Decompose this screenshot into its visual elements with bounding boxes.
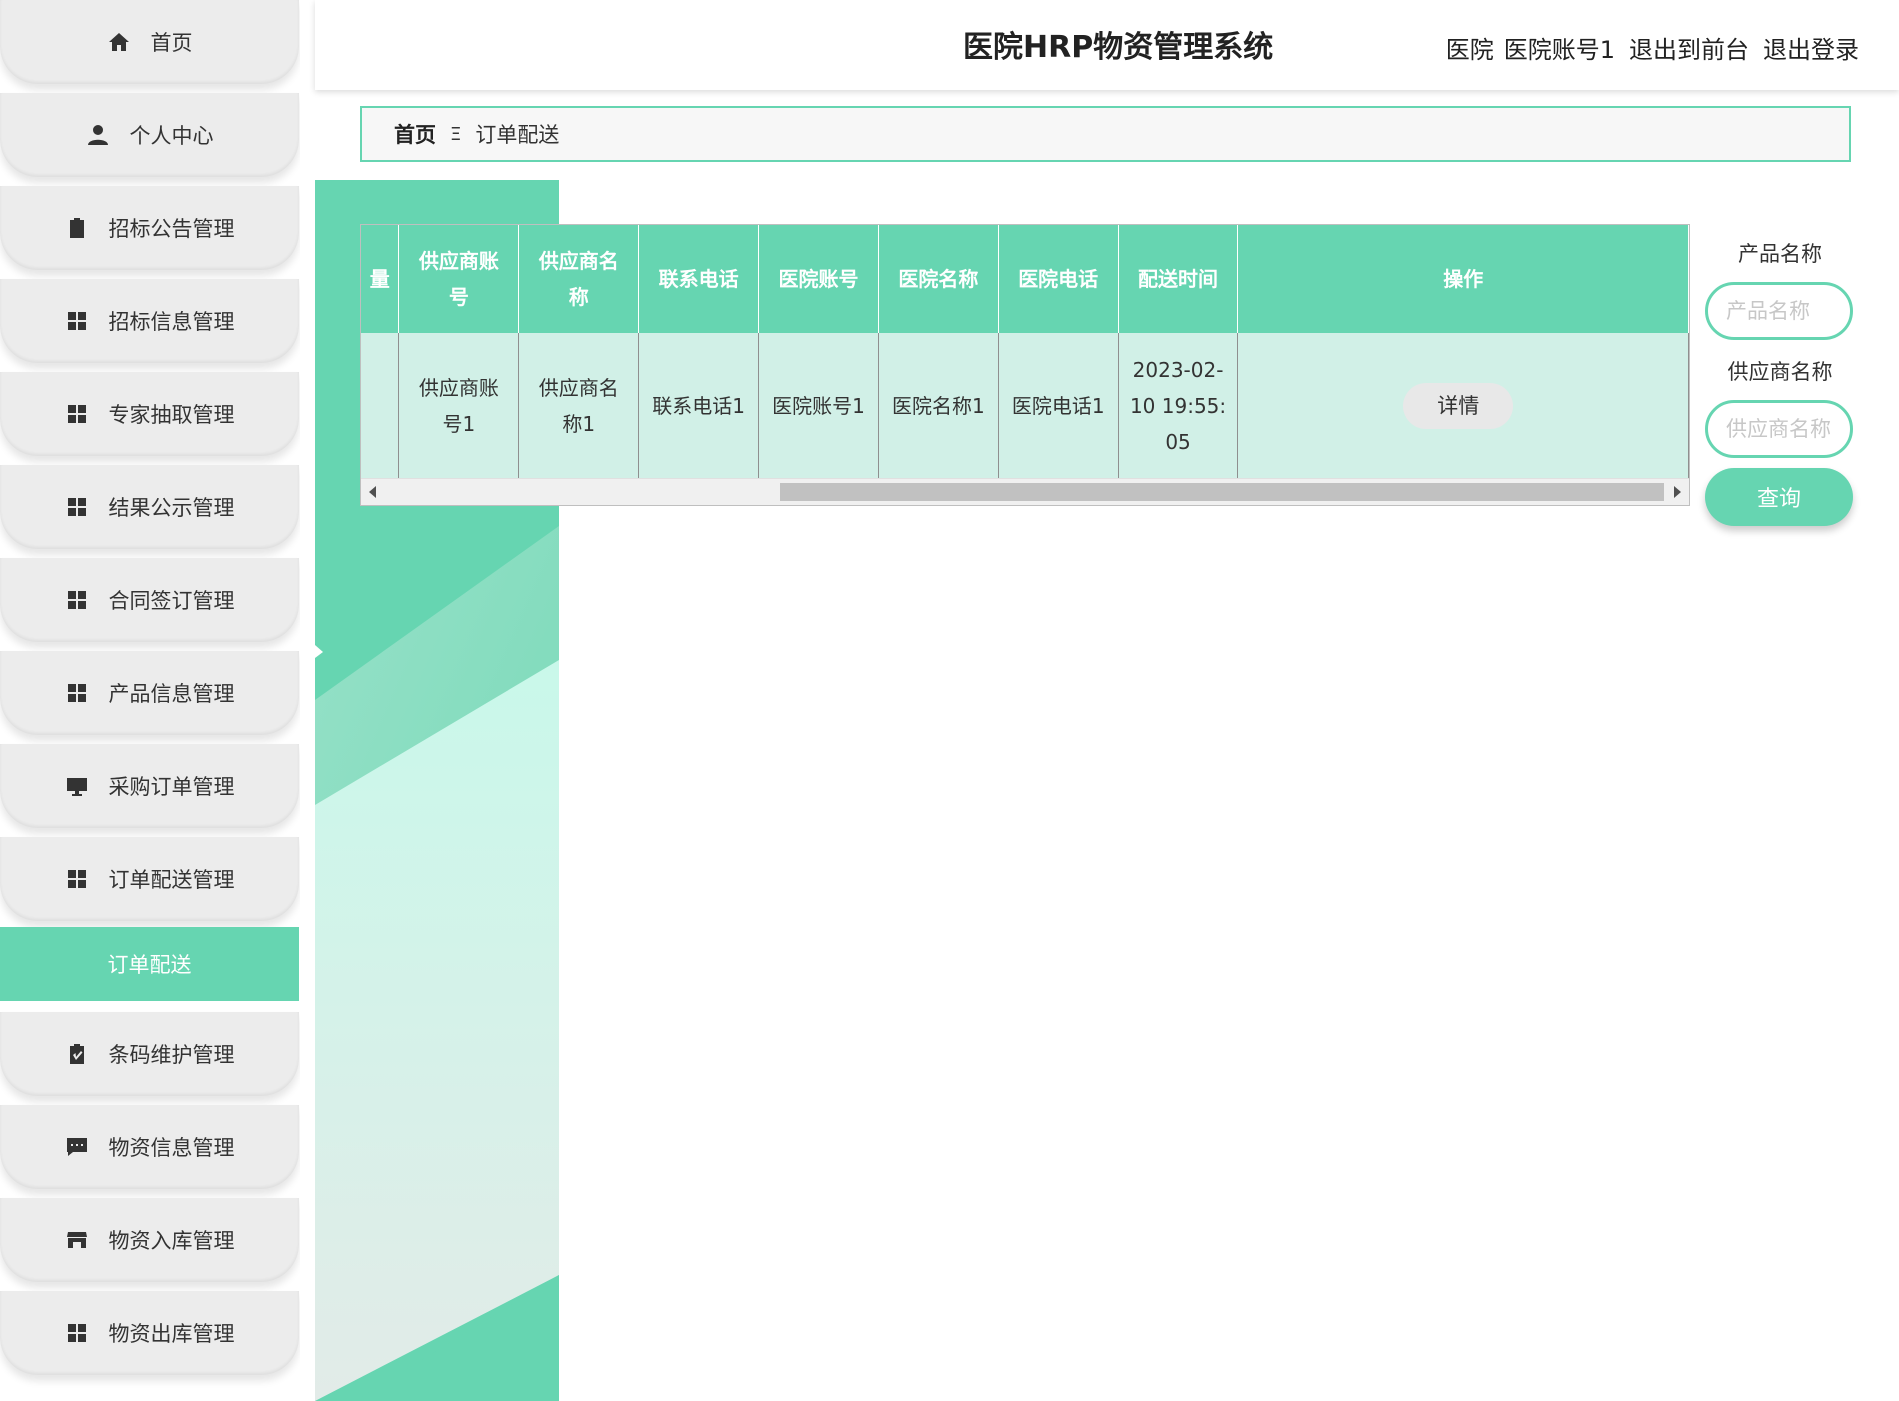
table-header-row: 量 供应商账号 供应商名称 联系电话 医院账号 医院名称 医院电话 配送时间 操… xyxy=(361,225,1689,333)
search-panel: 产品名称 供应商名称 查询 xyxy=(1705,236,1855,526)
column-header-hospital-account: 医院账号 xyxy=(758,225,879,333)
sidebar-item-label: 招标公告管理 xyxy=(108,217,235,241)
product-name-input[interactable] xyxy=(1705,282,1853,340)
column-header-hospital-name: 医院名称 xyxy=(878,225,999,333)
grid-icon xyxy=(65,681,89,705)
cell-quantity xyxy=(361,333,400,479)
horizontal-scrollbar[interactable] xyxy=(361,478,1689,505)
sidebar-item-order-delivery[interactable]: 订单配送管理 xyxy=(0,837,299,921)
query-button[interactable]: 查询 xyxy=(1705,468,1853,526)
home-icon xyxy=(107,30,131,54)
column-header-delivery-time: 配送时间 xyxy=(1118,225,1239,333)
cell-supplier-name: 供应商名称1 xyxy=(518,333,640,479)
sidebar-item-label: 招标信息管理 xyxy=(108,310,235,334)
cell-delivery-time: 2023-02-10 19:55:05 xyxy=(1118,333,1239,479)
sidebar-subitem-label: 订单配送 xyxy=(107,953,192,977)
clipboard-check-icon xyxy=(65,1042,89,1066)
cell-contact-phone: 联系电话1 xyxy=(638,333,760,479)
sidebar-item-tender-info[interactable]: 招标信息管理 xyxy=(0,279,299,363)
column-header-quantity: 量 xyxy=(361,225,400,333)
column-header-hospital-phone: 医院电话 xyxy=(998,225,1119,333)
sidebar-item-expert-draw[interactable]: 专家抽取管理 xyxy=(0,372,299,456)
sidebar-item-label: 首页 xyxy=(150,31,193,55)
cell-supplier-account: 供应商账号1 xyxy=(398,333,520,479)
sidebar-item-label: 订单配送管理 xyxy=(108,868,235,892)
sidebar-item-product[interactable]: 产品信息管理 xyxy=(0,651,299,735)
sidebar-item-label: 结果公示管理 xyxy=(108,496,235,520)
user-role: 医院 xyxy=(1445,36,1494,64)
monitor-icon xyxy=(65,774,89,798)
cell-hospital-name: 医院名称1 xyxy=(878,333,999,479)
header: 医院HRP物资管理系统 医院 医院账号1 退出到前台 退出登录 xyxy=(315,0,1899,90)
sidebar-item-material-info[interactable]: 物资信息管理 xyxy=(0,1105,299,1189)
order-delivery-table: 量 供应商账号 供应商名称 联系电话 医院账号 医院名称 医院电话 配送时间 操… xyxy=(360,224,1690,506)
sidebar-item-label: 合同签订管理 xyxy=(108,589,235,613)
scroll-right-arrow-icon[interactable] xyxy=(1674,486,1681,498)
cell-actions: 详情 xyxy=(1237,333,1689,479)
sidebar-item-label: 采购订单管理 xyxy=(108,775,235,799)
sidebar-item-stock-out[interactable]: 物资出库管理 xyxy=(0,1291,299,1375)
sidebar-item-contract[interactable]: 合同签订管理 xyxy=(0,558,299,642)
breadcrumb-current: 订单配送 xyxy=(475,123,560,147)
table-row: 供应商账号1 供应商名称1 联系电话1 医院账号1 医院名称1 医院电话1 20… xyxy=(361,333,1689,479)
sidebar-subitem-order-delivery[interactable]: 订单配送 xyxy=(0,927,299,1001)
data-table: 量 供应商账号 供应商名称 联系电话 医院账号 医院名称 医院电话 配送时间 操… xyxy=(361,225,1689,479)
chat-icon xyxy=(65,1135,89,1159)
store-icon xyxy=(65,1228,89,1252)
cell-hospital-account: 医院账号1 xyxy=(758,333,879,479)
sidebar-item-label: 物资信息管理 xyxy=(108,1136,235,1160)
sidebar-item-label: 个人中心 xyxy=(129,124,214,148)
breadcrumb: 首页 Ξ 订单配送 xyxy=(360,106,1851,162)
sidebar-item-label: 条码维护管理 xyxy=(108,1043,235,1067)
back-to-front-link[interactable]: 退出到前台 xyxy=(1629,30,1749,65)
scroll-left-arrow-icon[interactable] xyxy=(369,486,376,498)
breadcrumb-home[interactable]: 首页 xyxy=(394,119,436,149)
grid-icon xyxy=(65,588,89,612)
sidebar-item-barcode[interactable]: 条码维护管理 xyxy=(0,1012,299,1096)
sidebar-item-label: 产品信息管理 xyxy=(108,682,235,706)
column-header-supplier-account: 供应商账号 xyxy=(398,225,520,333)
page-title: 医院HRP物资管理系统 xyxy=(963,30,1274,65)
grid-icon xyxy=(65,1321,89,1345)
grid-icon xyxy=(65,309,89,333)
column-header-supplier-name: 供应商名称 xyxy=(518,225,640,333)
grid-icon xyxy=(65,495,89,519)
sidebar-item-purchase-order[interactable]: 采购订单管理 xyxy=(0,744,299,828)
supplier-name-label: 供应商名称 xyxy=(1727,360,1833,384)
sidebar-item-home[interactable]: 首页 xyxy=(0,0,299,84)
scrollbar-thumb[interactable] xyxy=(780,483,1664,501)
column-header-contact-phone: 联系电话 xyxy=(638,225,760,333)
sidebar-item-stock-in[interactable]: 物资入库管理 xyxy=(0,1198,299,1282)
column-header-actions: 操作 xyxy=(1237,225,1689,333)
sidebar-item-result-notice[interactable]: 结果公示管理 xyxy=(0,465,299,549)
sidebar: 首页 个人中心 招标公告管理 招标信息管理 专家抽取管理 结果公示管理 合同签订… xyxy=(0,0,301,1401)
supplier-name-input[interactable] xyxy=(1705,400,1853,458)
user-icon xyxy=(86,123,110,147)
sidebar-item-profile[interactable]: 个人中心 xyxy=(0,93,299,177)
sidebar-item-tender-notice[interactable]: 招标公告管理 xyxy=(0,186,299,270)
user-name: 医院账号1 xyxy=(1503,36,1615,64)
cell-hospital-phone: 医院电话1 xyxy=(998,333,1119,479)
sidebar-item-label: 专家抽取管理 xyxy=(108,403,235,427)
sidebar-item-label: 物资入库管理 xyxy=(108,1229,235,1253)
grid-icon xyxy=(65,402,89,426)
clipboard-icon xyxy=(65,216,89,240)
breadcrumb-separator-icon: Ξ xyxy=(450,123,462,145)
sidebar-edge xyxy=(300,0,315,1401)
logout-link[interactable]: 退出登录 xyxy=(1763,30,1859,65)
product-name-label: 产品名称 xyxy=(1738,242,1822,266)
grid-icon xyxy=(65,867,89,891)
header-user-area: 医院 医院账号1 退出到前台 退出登录 xyxy=(1446,30,1859,65)
sidebar-item-label: 物资出库管理 xyxy=(108,1322,235,1346)
detail-button[interactable]: 详情 xyxy=(1403,383,1514,429)
